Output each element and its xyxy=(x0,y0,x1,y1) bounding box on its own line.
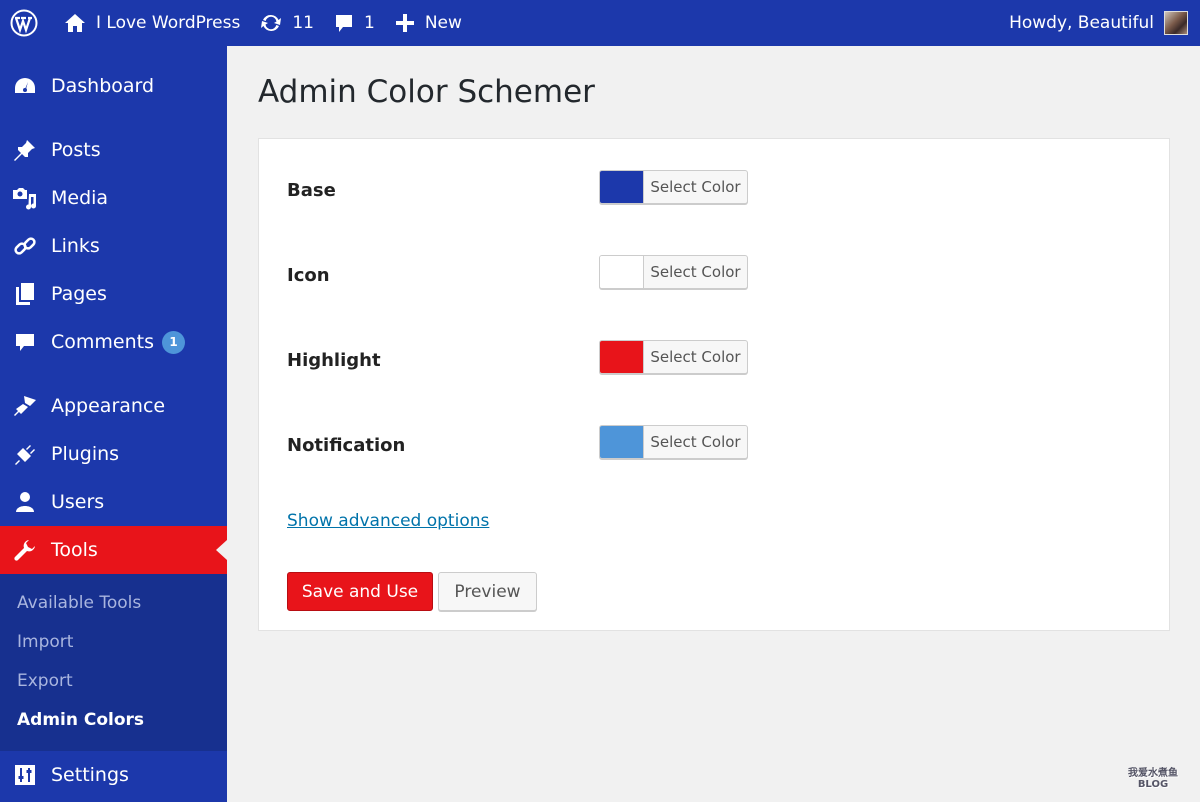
comments-link[interactable]: 1 xyxy=(324,0,385,46)
notification-color-swatch xyxy=(600,426,644,458)
watermark-logo: 我爱水煮鱼 BLOG xyxy=(1128,768,1178,790)
home-icon xyxy=(65,14,85,32)
sidebar-label: Plugins xyxy=(51,443,120,465)
sidebar-item-pages[interactable]: Pages xyxy=(0,270,227,318)
sidebar-item-tools[interactable]: Tools xyxy=(0,526,227,574)
plugin-icon xyxy=(12,441,38,467)
sidebar-item-settings[interactable]: Settings xyxy=(0,751,227,799)
sidebar-label: Links xyxy=(51,235,100,257)
base-color-picker-button[interactable]: Select Color xyxy=(599,170,748,204)
show-advanced-options-link[interactable]: Show advanced options xyxy=(287,511,489,531)
sidebar-label: Tools xyxy=(51,539,98,561)
paintbrush-icon xyxy=(12,393,38,419)
select-color-label: Select Color xyxy=(650,433,741,451)
save-and-use-button[interactable]: Save and Use xyxy=(287,572,433,611)
sidebar-label: Comments xyxy=(51,331,154,353)
sidebar-label: Dashboard xyxy=(51,75,155,97)
sidebar-item-users[interactable]: Users xyxy=(0,478,227,526)
site-name: I Love WordPress xyxy=(96,13,241,33)
sidebar-item-posts[interactable]: Posts xyxy=(0,126,227,174)
submenu-export[interactable]: Export xyxy=(17,671,73,691)
media-icon xyxy=(12,185,38,211)
sidebar-label: Appearance xyxy=(51,395,166,417)
admin-bar: I Love WordPress 11 1 New Howdy, Beautif… xyxy=(0,0,1200,46)
field-label-icon: Icon xyxy=(287,265,330,286)
highlight-color-picker-button[interactable]: Select Color xyxy=(599,340,748,374)
select-color-label: Select Color xyxy=(650,178,741,196)
page-title: Admin Color Schemer xyxy=(258,74,595,110)
link-icon xyxy=(12,233,38,259)
updates-count: 11 xyxy=(292,13,314,33)
wrench-icon xyxy=(12,537,38,563)
wordpress-logo-menu[interactable] xyxy=(0,0,48,46)
sidebar-item-dashboard[interactable]: Dashboard xyxy=(0,62,227,110)
updates-link[interactable]: 11 xyxy=(250,0,324,46)
sidebar-item-plugins[interactable]: Plugins xyxy=(0,430,227,478)
select-color-label: Select Color xyxy=(650,348,741,366)
sidebar-label: Posts xyxy=(51,139,101,161)
sidebar-label: Settings xyxy=(51,764,129,786)
account-menu[interactable]: Howdy, Beautiful xyxy=(1009,0,1188,46)
submenu-available-tools[interactable]: Available Tools xyxy=(17,593,141,613)
watermark-line2: BLOG xyxy=(1137,779,1169,790)
pushpin-icon xyxy=(12,137,38,163)
field-label-highlight: Highlight xyxy=(287,350,381,371)
base-color-swatch xyxy=(600,171,644,203)
greeting: Howdy, Beautiful xyxy=(1009,13,1154,33)
site-name-link[interactable]: I Love WordPress xyxy=(54,0,250,46)
settings-icon xyxy=(12,762,38,788)
submenu-admin-colors[interactable]: Admin Colors xyxy=(17,710,144,730)
comments-badge: 1 xyxy=(162,330,185,354)
sidebar-item-appearance[interactable]: Appearance xyxy=(0,382,227,430)
avatar xyxy=(1164,11,1188,35)
submenu-import[interactable]: Import xyxy=(17,632,73,652)
icon-color-picker-button[interactable]: Select Color xyxy=(599,255,748,289)
highlight-color-swatch xyxy=(600,341,644,373)
field-label-notification: Notification xyxy=(287,435,406,456)
field-label-base: Base xyxy=(287,180,336,201)
notification-color-picker-button[interactable]: Select Color xyxy=(599,425,748,459)
admin-sidebar: Dashboard Posts Media Links Pages Commen… xyxy=(0,46,227,802)
wordpress-logo-icon xyxy=(10,9,38,37)
new-content-link[interactable]: New xyxy=(385,0,472,46)
new-label: New xyxy=(424,13,462,33)
dashboard-icon xyxy=(12,73,38,99)
tools-submenu: Available Tools Import Admin Colors Expo… xyxy=(0,574,227,751)
sidebar-label: Pages xyxy=(51,283,107,305)
sidebar-item-comments[interactable]: Comments 1 xyxy=(0,318,227,366)
comment-icon xyxy=(336,15,352,32)
updates-icon xyxy=(261,14,282,32)
preview-button[interactable]: Preview xyxy=(438,572,537,611)
watermark-line1: 我爱水煮鱼 xyxy=(1128,768,1178,779)
icon-color-swatch xyxy=(600,256,644,288)
sidebar-item-media[interactable]: Media xyxy=(0,174,227,222)
sidebar-label: Media xyxy=(51,187,109,209)
comment-icon xyxy=(12,329,38,355)
plus-icon xyxy=(395,14,414,32)
comments-count: 1 xyxy=(364,13,375,33)
sidebar-label: Users xyxy=(51,491,105,513)
sidebar-item-links[interactable]: Links xyxy=(0,222,227,270)
pages-icon xyxy=(12,281,38,307)
color-scheme-form: Base Select Color Icon Select Color High… xyxy=(258,138,1170,631)
user-icon xyxy=(12,489,38,515)
select-color-label: Select Color xyxy=(650,263,741,281)
